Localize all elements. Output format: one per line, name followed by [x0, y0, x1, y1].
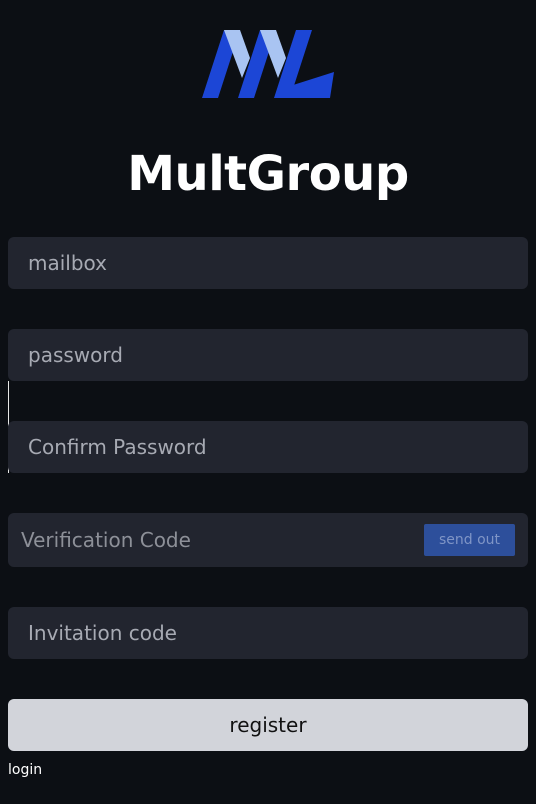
invitation-code-input[interactable] — [8, 607, 528, 659]
invitation-code-field — [8, 607, 528, 659]
confirm-password-field — [8, 421, 528, 473]
register-button[interactable]: register — [8, 699, 528, 751]
verification-code-field: send out — [8, 513, 528, 567]
password-input[interactable] — [8, 329, 528, 381]
login-link[interactable]: login — [8, 760, 42, 780]
password-field — [8, 329, 528, 381]
ml-logo-icon — [202, 30, 334, 98]
mailbox-input[interactable] — [8, 237, 528, 289]
send-code-button[interactable]: send out — [424, 524, 515, 556]
confirm-password-input[interactable] — [8, 421, 528, 473]
mailbox-field — [8, 237, 528, 289]
app-title: MultGroup — [127, 146, 409, 202]
